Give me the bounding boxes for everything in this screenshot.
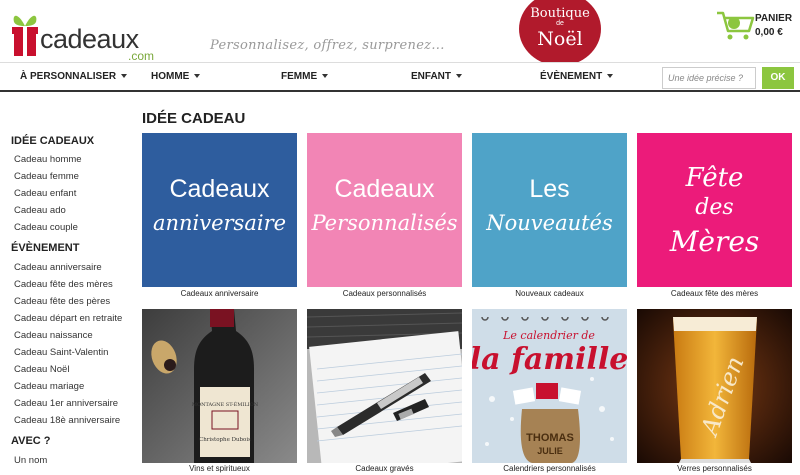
site-header: cadeaux .com Personnalisez, offrez, surp… xyxy=(0,0,800,66)
tile-line-1: Fête xyxy=(685,163,744,193)
main-nav: À PERSONNALISER HOMME FEMME ENFANT ÉVÈNE… xyxy=(0,62,800,92)
nav-label: HOMME xyxy=(151,71,190,82)
sidebar-link[interactable]: Cadeau Saint-Valentin xyxy=(14,347,108,358)
calendar-line-2: la famille xyxy=(472,342,627,377)
svg-text:MONTAGNE ST-ÉMILION: MONTAGNE ST-ÉMILION xyxy=(192,400,259,408)
sidebar-link[interactable]: Cadeau fête des mères xyxy=(14,279,113,290)
nav-label: ÉVÈNEMENT xyxy=(540,71,603,82)
logo-text: cadeaux xyxy=(40,24,139,54)
sidebar-link[interactable]: Cadeau départ en retraite xyxy=(14,313,122,324)
caret-down-icon xyxy=(456,74,462,79)
sidebar-link[interactable]: Cadeau Noël xyxy=(14,364,69,375)
photo-tile-vins[interactable]: MONTAGNE ST-ÉMILION Christophe Dubois xyxy=(142,309,297,463)
sidebar-link[interactable]: Cadeau anniversaire xyxy=(14,262,102,273)
noel-line-2: de xyxy=(556,20,564,27)
tile-caption[interactable]: Nouveaux cadeaux xyxy=(472,289,627,298)
search-input[interactable] xyxy=(662,67,756,89)
sidebar-heading: AVEC ? xyxy=(11,435,51,447)
sidebar-link[interactable]: Cadeau couple xyxy=(14,222,78,233)
category-tile-anniversaire[interactable]: Cadeaux anniversaire xyxy=(142,133,297,287)
caret-down-icon xyxy=(121,74,128,79)
tile-line-3: Mères xyxy=(669,225,760,258)
page-title: IDÉE CADEAU xyxy=(142,110,246,127)
bottle-label-text: Christophe Dubois xyxy=(199,437,251,443)
shopping-cart-icon[interactable] xyxy=(716,9,756,41)
calendar-line-1: Le calendrier de xyxy=(502,329,595,342)
category-tile-personnalises[interactable]: Cadeaux Personnalisés xyxy=(307,133,462,287)
tile-line-2: des xyxy=(695,195,734,220)
category-tile-fete-des-meres[interactable]: Fête des Mères xyxy=(637,133,792,287)
cart-total: 0,00 € xyxy=(755,27,783,38)
sidebar-link[interactable]: Cadeau ado xyxy=(14,205,66,216)
tile-caption[interactable]: Cadeaux gravés xyxy=(307,464,462,473)
sidebar-link[interactable]: Cadeau mariage xyxy=(14,381,84,392)
sidebar-heading: IDÉE CADEAUX xyxy=(11,135,95,147)
nav-label: À PERSONNALISER xyxy=(20,71,117,82)
caret-down-icon xyxy=(322,74,329,79)
cart-label[interactable]: PANIER xyxy=(755,13,792,24)
nav-label: ENFANT xyxy=(411,71,451,82)
nav-item-evenement[interactable]: ÉVÈNEMENT xyxy=(540,71,614,82)
tile-line-1: Les xyxy=(529,175,570,203)
beer-glass-image: Adrien xyxy=(637,309,792,463)
tile-caption[interactable]: Cadeaux fête des mères xyxy=(637,289,792,298)
category-tile-nouveautes[interactable]: Les Nouveautés xyxy=(472,133,627,287)
tagline: Personnalisez, offrez, surprenez... xyxy=(210,38,445,53)
tile-caption[interactable]: Cadeaux personnalisés xyxy=(307,289,462,298)
tile-caption[interactable]: Vins et spiritueux xyxy=(142,464,297,473)
sidebar-link[interactable]: Cadeau 18è anniversaire xyxy=(14,415,120,426)
tile-caption[interactable]: Calendriers personnalisés xyxy=(472,464,627,473)
tile-caption[interactable]: Verres personnalisés xyxy=(637,464,792,473)
photo-tile-verres[interactable]: Adrien xyxy=(637,309,792,463)
tile-line-2: anniversaire xyxy=(152,211,287,235)
calendar-image: Le calendrier de la famille THOMAS JULIE xyxy=(472,309,627,463)
tile-caption[interactable]: Cadeaux anniversaire xyxy=(142,289,297,298)
sidebar-link[interactable]: Cadeau homme xyxy=(14,154,82,165)
nav-label: FEMME xyxy=(281,71,318,82)
sidebar-link[interactable]: Cadeau 1er anniversaire xyxy=(14,398,118,409)
photo-tile-calendriers[interactable]: Le calendrier de la famille THOMAS JULIE xyxy=(472,309,627,463)
cart-count: 0 xyxy=(16,7,20,14)
calendar-name-2: JULIE xyxy=(537,446,563,456)
sidebar-link[interactable]: Un nom xyxy=(14,455,47,466)
tile-line-1: Cadeaux xyxy=(334,175,435,203)
sidebar-link[interactable]: Cadeau fête des pères xyxy=(14,296,110,307)
site-logo[interactable]: cadeaux .com xyxy=(10,6,160,63)
sidebar-link[interactable]: Cadeau naissance xyxy=(14,330,93,341)
photo-tile-graves[interactable] xyxy=(307,309,462,463)
tile-line-2: Nouveautés xyxy=(486,211,613,235)
sidebar-link[interactable]: Cadeau enfant xyxy=(14,188,76,199)
search-ok-button[interactable]: OK xyxy=(762,67,794,89)
calendar-name-1: THOMAS xyxy=(526,432,574,444)
sidebar-link[interactable]: Cadeau femme xyxy=(14,171,79,182)
nav-item-personnaliser[interactable]: À PERSONNALISER xyxy=(20,71,128,82)
caret-down-icon xyxy=(607,74,614,79)
caret-down-icon xyxy=(194,74,201,79)
engraved-pen-image xyxy=(307,309,462,463)
noel-line-3: Noël xyxy=(537,28,583,50)
wine-bottle-image: MONTAGNE ST-ÉMILION Christophe Dubois xyxy=(142,309,297,463)
nav-item-femme[interactable]: FEMME xyxy=(281,71,329,82)
noel-line-1: Boutique xyxy=(530,6,590,21)
noel-boutique-badge[interactable]: Boutique de Noël xyxy=(519,0,601,66)
nav-item-homme[interactable]: HOMME xyxy=(151,71,201,82)
tile-line-2: Personnalisés xyxy=(311,211,458,235)
sidebar: IDÉE CADEAUX Cadeau homme Cadeau femme C… xyxy=(0,92,140,475)
sidebar-heading: ÉVÈNEMENT xyxy=(11,242,80,254)
nav-item-enfant[interactable]: ENFANT xyxy=(411,71,462,82)
tile-line-1: Cadeaux xyxy=(169,175,270,203)
logo-domain: .com xyxy=(128,49,155,63)
